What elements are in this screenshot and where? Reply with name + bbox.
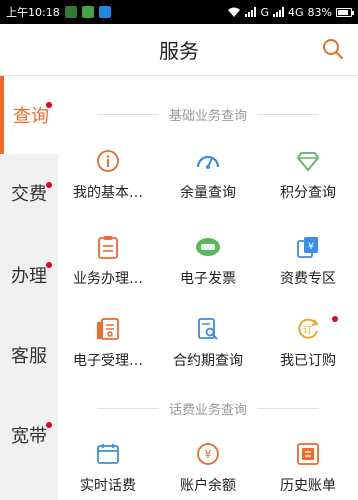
signal-icon <box>245 7 257 17</box>
svg-text:¥: ¥ <box>205 448 212 461</box>
diamond-icon <box>295 148 321 174</box>
grid-item-business-handle[interactable]: 业务办理… <box>58 234 158 308</box>
sidebar-item-query[interactable]: 查询 <box>0 76 58 154</box>
grid-item-label: 余量查询 <box>180 185 236 201</box>
yen-coin-icon: ¥ <box>195 441 221 467</box>
grid-item-e-invoice[interactable]: 电子发票 <box>158 234 258 308</box>
sidebar-item-label: 查询 <box>13 106 49 127</box>
yen-cards-icon: ¥ <box>295 234 321 260</box>
grid-item-contract-query[interactable]: 合约期查询 <box>158 316 258 390</box>
grid-item-label: 业务办理… <box>73 271 143 287</box>
page-title: 服务 <box>159 39 199 63</box>
grid-item-label: 电子受理… <box>73 353 143 369</box>
sidebar-item-broadband[interactable]: 宽带 <box>0 396 58 474</box>
grid-item-label: 账户余额 <box>180 478 236 494</box>
sidebar: 查询 交费 办理 客服 宽带 <box>0 76 58 500</box>
grid-item-label: 实时话费 <box>80 478 136 494</box>
document-icon <box>95 316 121 342</box>
calendar-icon <box>95 441 121 467</box>
battery-icon <box>336 7 354 17</box>
signal-icon <box>273 7 285 17</box>
grid-item-label: 电子发票 <box>180 271 236 287</box>
grid-item-label: 合约期查询 <box>173 353 243 369</box>
notification-app-icon <box>98 6 111 18</box>
grid-item-label: 我已订购 <box>280 353 336 369</box>
header: 服务 <box>0 24 358 76</box>
sidebar-item-service[interactable]: 客服 <box>0 316 58 394</box>
network-type: G <box>260 5 270 19</box>
search-icon[interactable] <box>322 38 344 60</box>
sidebar-item-label: 办理 <box>11 266 47 287</box>
grid-item-label: 我的基本… <box>73 185 143 201</box>
section-title-basic: 基础业务查询 <box>58 104 358 124</box>
order-refresh-icon: 订 <box>295 316 321 342</box>
grid-item-my-orders[interactable]: 订 我已订购 <box>258 316 358 390</box>
grid-item-e-acceptance[interactable]: 电子受理… <box>58 316 158 390</box>
sidebar-item-handle[interactable]: 办理 <box>0 236 58 314</box>
battery-percent: 83% <box>307 5 332 19</box>
sidebar-item-label: 宽带 <box>11 426 47 447</box>
section-title-billing: 话费业务查询 <box>58 398 358 418</box>
invoice-icon <box>195 234 221 260</box>
sidebar-item-label: 交费 <box>11 184 47 205</box>
sidebar-item-payment[interactable]: 交费 <box>0 154 58 232</box>
grid-item-balance-query[interactable]: 余量查询 <box>158 148 258 222</box>
gauge-icon <box>195 148 221 174</box>
wifi-icon <box>228 7 241 17</box>
grid-item-realtime-bill[interactable]: 实时话费 <box>58 441 158 500</box>
bill-icon <box>295 441 321 467</box>
service-content: 基础业务查询 我的基本… 余量查询 积分查询 业务办理… 电子发票 ¥ 资费专区… <box>58 76 358 500</box>
grid-item-points-query[interactable]: 积分查询 <box>258 148 358 222</box>
notification-dot <box>46 102 52 108</box>
grid-item-basic-info[interactable]: 我的基本… <box>58 148 158 222</box>
status-time: 上午10:18 <box>6 6 60 19</box>
grid-item-history-bill[interactable]: 历史账单 <box>258 441 358 500</box>
info-icon <box>95 148 121 174</box>
notification-app-icon <box>81 6 94 18</box>
clipboard-icon <box>95 234 121 260</box>
grid-item-label: 积分查询 <box>280 185 336 201</box>
grid-item-account-balance[interactable]: ¥ 账户余额 <box>158 441 258 500</box>
status-bar: 上午10:18 G 4G 83% <box>0 0 358 24</box>
notification-dot <box>46 262 52 268</box>
grid-item-tariff-zone[interactable]: ¥ 资费专区 <box>258 234 358 308</box>
notification-dot <box>46 422 52 428</box>
grid-item-label: 资费专区 <box>280 271 336 287</box>
sidebar-item-label: 客服 <box>11 346 47 367</box>
notification-dot <box>332 316 338 322</box>
search-doc-icon <box>195 316 221 342</box>
notification-app-icon <box>64 6 77 18</box>
grid-item-label: 历史账单 <box>280 478 336 494</box>
svg-text:订: 订 <box>303 325 312 336</box>
svg-text:¥: ¥ <box>308 242 314 252</box>
notification-dot <box>46 182 52 188</box>
network-type-4g: 4G <box>288 5 304 19</box>
